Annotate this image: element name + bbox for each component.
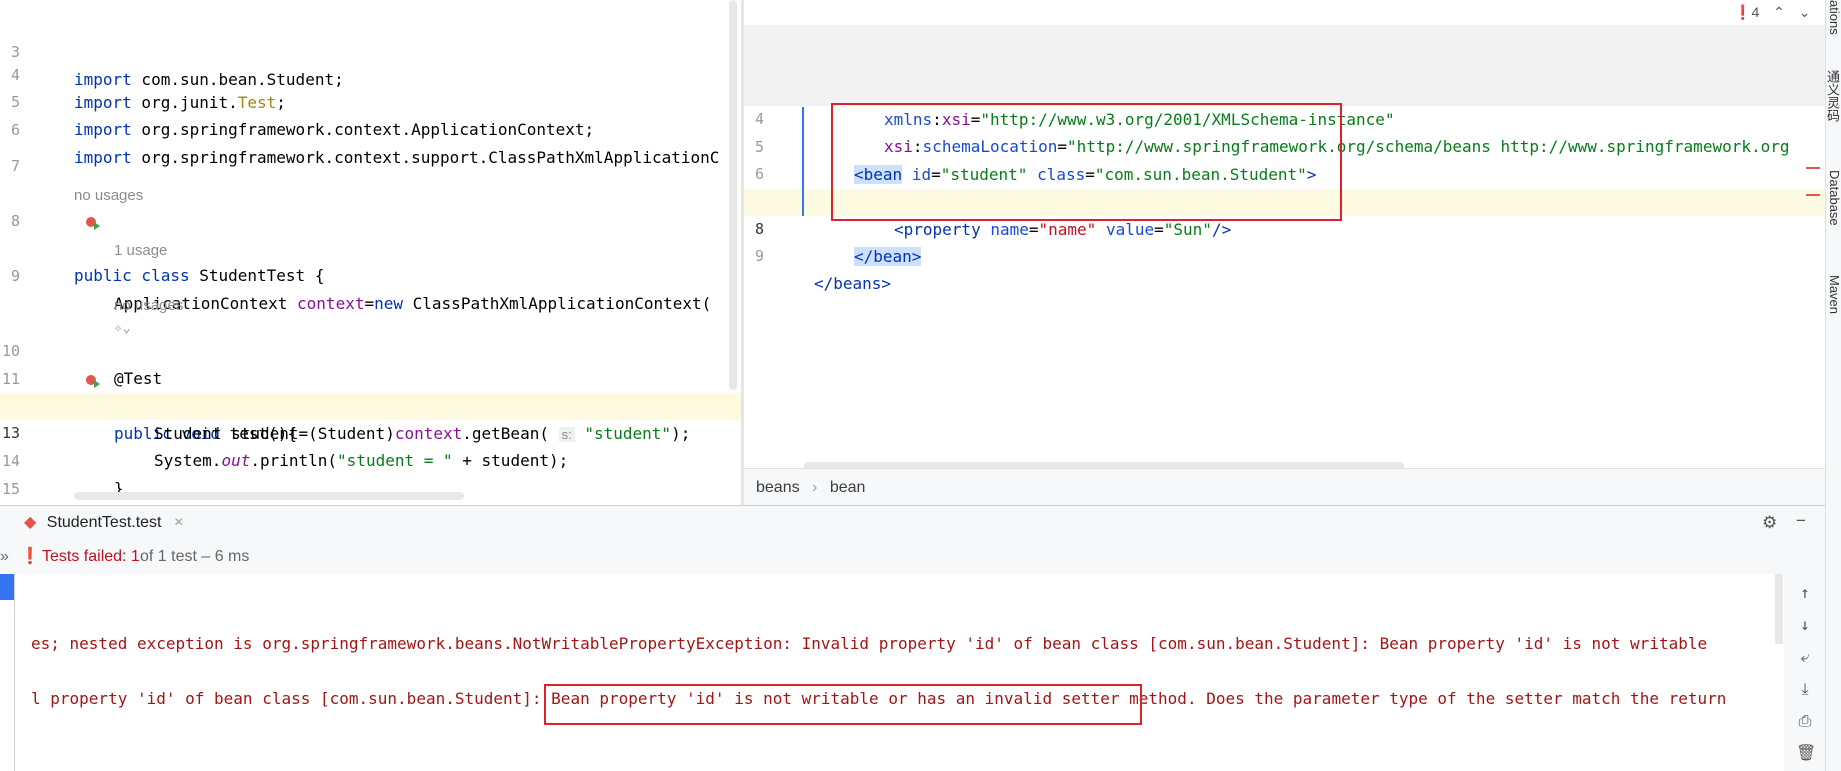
- code-line[interactable]: 3 xmlns:xsi="http://www.w3.org/2001/XMLS…: [744, 52, 1825, 129]
- print-icon[interactable]: ⎙: [1796, 712, 1814, 730]
- tool-maven[interactable]: Maven: [1826, 275, 1841, 314]
- problems-count: 4: [1751, 4, 1760, 20]
- error-stripe[interactable]: [1806, 194, 1820, 196]
- code-line[interactable]: 14 }: [0, 421, 741, 498]
- code-line[interactable]: 9 ApplicationContext context=new ClassPa…: [0, 236, 741, 313]
- usage-hint[interactable]: no usages: [0, 155, 741, 204]
- code-line[interactable]: 15 }: [0, 449, 741, 498]
- console-line: es; nested exception is org.springframew…: [31, 634, 1708, 653]
- trash-icon[interactable]: 🗑: [1796, 744, 1816, 762]
- right-tool-strip: ations 通义灵码 Database Maven: [1825, 0, 1841, 771]
- code-line-current[interactable]: 13 System.out.println("student = " + stu…: [0, 393, 741, 470]
- code-line[interactable]: 4 import org.junit.Test;: [0, 35, 741, 112]
- bean-highlight-box: [831, 103, 1342, 221]
- arrow-down-icon[interactable]: ↓: [1796, 616, 1814, 634]
- tool-ai-assistant[interactable]: 通义灵码: [1825, 70, 1841, 122]
- breadcrumb: beans › bean: [744, 468, 1825, 506]
- code-line[interactable]: 7: [0, 126, 741, 175]
- code-line[interactable]: 8 public class StudentTest {: [0, 181, 741, 285]
- code-line[interactable]: 4 xsi:schemaLocation="http://www.springf…: [744, 79, 1825, 156]
- test-config-icon: ◆: [24, 514, 37, 531]
- run-panel-header: ◆ StudentTest.test × ⚙ −: [0, 505, 1825, 544]
- error-icon: ❗: [20, 548, 40, 565]
- left-editor[interactable]: 3 import com.sun.bean.Student; 4 import …: [0, 0, 741, 505]
- problems-indicator[interactable]: ❗4 ⌃ ⌄: [1734, 4, 1810, 21]
- error-stripe[interactable]: [1806, 167, 1820, 169]
- vertical-scrollbar[interactable]: [1775, 574, 1783, 644]
- usage-hint[interactable]: 1 usage: [0, 210, 741, 259]
- code-line[interactable]: 11 public void test(){: [0, 339, 741, 443]
- run-test-icon[interactable]: [27, 186, 100, 230]
- gear-icon[interactable]: ⚙: [1762, 513, 1777, 533]
- console-left-marker: [0, 574, 14, 600]
- console-text: Does the parameter type of the setter ma…: [1196, 689, 1727, 708]
- tool-notifications[interactable]: ations: [1826, 0, 1841, 35]
- horizontal-scrollbar[interactable]: [74, 492, 464, 500]
- chevron-right-icon: ›: [812, 479, 818, 496]
- error-icon: ❗: [1734, 4, 1752, 20]
- code-line[interactable]: 12 Student student=(Student)context.getB…: [0, 366, 741, 443]
- console-toolbar: ↑ ↓ ⤶ ⤓ ⎙ 🗑: [1784, 574, 1825, 771]
- run-tab-label: StudentTest.test: [46, 514, 162, 531]
- expand-icon[interactable]: »: [0, 540, 9, 574]
- change-marker: [802, 107, 804, 216]
- code-line[interactable]: 6 import org.springframework.context.sup…: [0, 90, 741, 167]
- breadcrumb-item-bean[interactable]: bean: [830, 479, 866, 496]
- tab-run-studenttest[interactable]: ◆ StudentTest.test ×: [18, 506, 190, 544]
- tests-failed-label: Tests failed: 1: [42, 548, 140, 565]
- close-icon[interactable]: ×: [174, 514, 183, 531]
- right-editor[interactable]: 1 <?xml version="1.0" encoding="UTF-8"?>…: [744, 0, 1825, 468]
- minimize-icon[interactable]: −: [1796, 511, 1806, 531]
- vertical-scrollbar[interactable]: [729, 0, 737, 390]
- console-text: l property 'id' of bean class [com.sun.b…: [31, 689, 532, 708]
- next-problem-icon[interactable]: ⌄: [1799, 4, 1811, 20]
- breadcrumb-item-beans[interactable]: beans: [756, 479, 800, 496]
- console-output[interactable]: es; nested exception is org.springframew…: [14, 574, 1785, 771]
- scroll-to-end-icon[interactable]: ⤓: [1796, 680, 1814, 698]
- arrow-up-icon[interactable]: ↑: [1796, 584, 1814, 602]
- test-status-bar: » ❗ Tests failed: 1 of 1 test – 6 ms: [0, 540, 1825, 574]
- error-highlight-box: [544, 684, 1142, 725]
- code-line[interactable]: 5 import org.springframework.context.App…: [0, 62, 741, 139]
- code-line[interactable]: 10 @Test: [0, 311, 741, 388]
- code-line[interactable]: 2 <beans xmlns="http://www.springframewo…: [744, 25, 1825, 102]
- soft-wrap-icon[interactable]: ⤶: [1796, 648, 1814, 666]
- code-line[interactable]: 1 <?xml version="1.0" encoding="UTF-8"?>: [744, 0, 1825, 74]
- run-test-icon[interactable]: [27, 344, 100, 388]
- prev-problem-icon[interactable]: ⌃: [1773, 4, 1785, 20]
- tests-summary-label: of 1 test – 6 ms: [140, 548, 250, 565]
- line-number: 9: [754, 247, 764, 265]
- tool-database[interactable]: Database: [1826, 170, 1841, 226]
